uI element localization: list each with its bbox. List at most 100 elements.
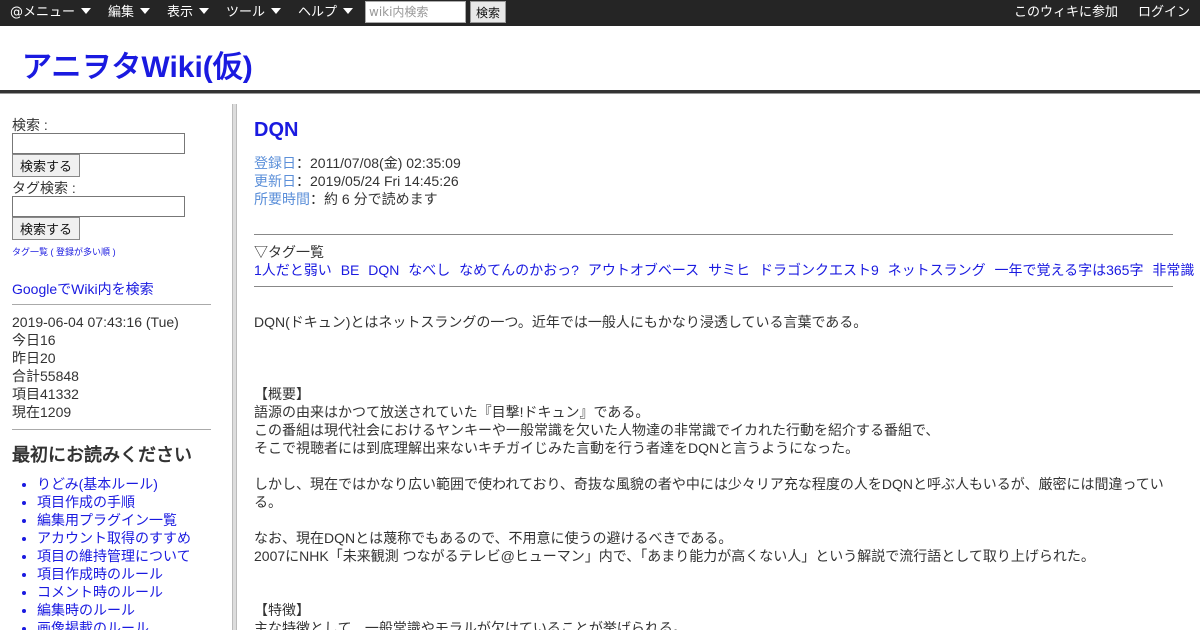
tag-links: タグ一覧 ( 登録が多い順 ) <box>12 245 116 258</box>
tag-link[interactable]: 一年で覚える字は365字 <box>995 262 1144 278</box>
tag-link[interactable]: アウトオブベース <box>588 262 699 278</box>
sidebar-search-input[interactable] <box>12 133 185 154</box>
read-first-link[interactable]: 画像掲載のルール <box>37 620 149 630</box>
menu-tools[interactable]: ツール <box>226 0 282 26</box>
tag-link[interactable]: ドラゴンクエスト9 <box>759 262 879 278</box>
list-item[interactable]: りどみ(基本ルール) <box>37 475 191 493</box>
sidebar-divider <box>12 429 211 430</box>
registered-date: 登録日：2011/07/08(金) 02:35:09 <box>254 154 461 172</box>
search-label: 検索 : <box>12 117 48 133</box>
paren-open: ( <box>50 247 54 257</box>
tag-link[interactable]: サミヒ <box>708 262 750 278</box>
list-item[interactable]: 編集用プラグイン一覧 <box>37 511 191 529</box>
reading-time: 所要時間：約 6 分で読めます <box>254 190 438 208</box>
read-first-link[interactable]: 編集用プラグイン一覧 <box>37 512 177 528</box>
tag-list-link[interactable]: タグ一覧 <box>12 247 48 257</box>
article-paragraph-line: 2007にNHK「未来観測 つながるテレビ@ヒューマン」内で、「あまり能力が高く… <box>254 548 1095 564</box>
tag-search-input[interactable] <box>12 196 185 217</box>
read-first-link[interactable]: 項目の維持管理について <box>37 548 191 564</box>
tag-link[interactable]: なべし <box>408 262 450 278</box>
tag-link[interactable]: 1人だと弱い <box>254 262 332 278</box>
article-intro: DQN(ドキュン)とはネットスラングの一つ。近年では一般人にもかなり浸透している… <box>254 314 868 330</box>
column-divider <box>232 104 237 630</box>
overview-heading: 【概要】 <box>254 386 310 402</box>
site-title[interactable]: アニヲタWiki(仮) <box>22 50 253 86</box>
read-first-link[interactable]: アカウント取得のすすめ <box>37 530 191 546</box>
updated-date: 更新日：2019/05/24 Fri 14:45:26 <box>254 172 459 190</box>
chevron-down-icon <box>140 8 151 14</box>
reading-label: 所要時間 <box>254 191 310 207</box>
menu-view[interactable]: 表示 <box>167 0 210 26</box>
article-paragraph-line: なお、現在DQNとは蔑称でもあるので、不用意に使うの避けるべきである。 <box>254 530 733 546</box>
tag-list: 1人だと弱い BE DQN なべし なめてんのかおっ? アウトオブベース サミヒ… <box>254 260 1199 280</box>
chevron-down-icon <box>271 8 282 14</box>
registered-label: 登録日 <box>254 155 296 171</box>
menu-atmenu[interactable]: @メニュー <box>10 0 92 26</box>
counter-today: 今日16 <box>12 332 56 348</box>
updated-label: 更新日 <box>254 173 296 189</box>
read-first-link[interactable]: コメント時のルール <box>37 584 163 600</box>
tag-link[interactable]: BE <box>341 262 360 278</box>
counter-total: 合計55848 <box>12 368 79 384</box>
counter-items: 項目41332 <box>12 386 79 402</box>
reading-value: ：約 6 分で読めます <box>310 191 438 207</box>
counter-current: 現在1209 <box>12 404 72 420</box>
tag-link[interactable]: なめてんのかおっ? <box>459 262 579 278</box>
list-item[interactable]: 編集時のルール <box>37 601 191 619</box>
list-item[interactable]: アカウント取得のすすめ <box>37 529 191 547</box>
menu-atmenu-label: @メニュー <box>10 5 76 20</box>
list-item[interactable]: 画像掲載のルール <box>37 619 191 630</box>
menu-help-label: ヘルプ <box>298 5 338 20</box>
article-paragraph: しかし、現在ではかなり広い範囲で使われており、奇抜な風貌の者や中には少々リア充な… <box>254 476 1164 510</box>
list-item[interactable]: 項目作成の手順 <box>37 493 191 511</box>
tags-top-divider <box>254 234 1173 235</box>
counter-yesterday: 昨日20 <box>12 350 56 366</box>
read-first-link[interactable]: 項目作成の手順 <box>37 494 135 510</box>
menu-help[interactable]: ヘルプ <box>298 0 354 26</box>
overview-line: この番組は現代社会におけるヤンキーや一般常識を欠いた人物達の非常識でイカれた行動… <box>254 422 940 438</box>
menu-tools-label: ツール <box>226 5 266 20</box>
counter-datetime: 2019-06-04 07:43:16 (Tue) <box>12 314 179 330</box>
features-heading: 【特徴】 <box>254 602 310 618</box>
menu-edit[interactable]: 編集 <box>108 0 151 26</box>
read-first-list: りどみ(基本ルール) 項目作成の手順 編集用プラグイン一覧 アカウント取得のすす… <box>37 475 191 630</box>
overview-line: 語源の由来はかつて放送されていた『目撃!ドキュン』である。 <box>254 404 650 420</box>
tag-search-button[interactable]: 検索する <box>12 217 80 240</box>
read-first-link[interactable]: りどみ(基本ルール) <box>37 476 158 492</box>
registered-value: ：2011/07/08(金) 02:35:09 <box>296 155 461 171</box>
header-divider <box>0 90 1200 94</box>
left-sidebar: 検索 : 検索する タグ検索 : 検索する タグ一覧 ( 登録が多い順 ) Go… <box>0 104 226 630</box>
tag-search-label: タグ検索 : <box>12 180 76 196</box>
chevron-down-icon <box>81 8 92 14</box>
read-first-heading: 最初にお読みください <box>12 445 192 465</box>
wiki-search-button[interactable]: 検索 <box>470 1 506 23</box>
read-first-link[interactable]: 編集時のルール <box>37 602 135 618</box>
tag-popular-link[interactable]: 登録が多い順 <box>56 247 110 257</box>
sidebar-search-button[interactable]: 検索する <box>12 154 80 177</box>
list-item[interactable]: 項目作成時のルール <box>37 565 191 583</box>
menu-edit-label: 編集 <box>108 5 135 20</box>
list-item[interactable]: 項目の維持管理について <box>37 547 191 565</box>
paren-close: ) <box>112 247 116 257</box>
chevron-down-icon <box>343 8 354 14</box>
join-wiki-link[interactable]: このウィキに参加 <box>1014 0 1118 26</box>
tags-bottom-divider <box>254 286 1173 287</box>
tags-heading[interactable]: ▽タグ一覧 <box>254 242 324 262</box>
article-main: DQN 登録日：2011/07/08(金) 02:35:09 更新日：2019/… <box>238 104 1194 630</box>
login-link[interactable]: ログイン <box>1138 0 1190 26</box>
tag-link[interactable]: 非常識 <box>1152 262 1194 278</box>
tag-link[interactable]: DQN <box>368 262 399 278</box>
menu-view-label: 表示 <box>167 5 194 20</box>
read-first-link[interactable]: 項目作成時のルール <box>37 566 163 582</box>
top-toolbar: @メニュー 編集 表示 ツール ヘルプ 検索 このウィキに参加 ログイン <box>0 0 1200 26</box>
list-item[interactable]: コメント時のルール <box>37 583 191 601</box>
chevron-down-icon <box>199 8 210 14</box>
overview-line: そこで視聴者には到底理解出来ないキチガイじみた言動を行う者達をDQNと言うように… <box>254 440 860 456</box>
tag-link[interactable]: ネットスラング <box>888 262 986 278</box>
sidebar-divider <box>12 304 211 305</box>
features-line: 主な特徴として、一般常識やモラルが欠けていることが挙げられる。 <box>254 620 687 630</box>
page-title: DQN <box>254 119 299 141</box>
wiki-search-input[interactable] <box>365 1 466 23</box>
updated-value: ：2019/05/24 Fri 14:45:26 <box>296 173 459 189</box>
google-search-link[interactable]: GoogleでWiki内を検索 <box>12 279 154 299</box>
